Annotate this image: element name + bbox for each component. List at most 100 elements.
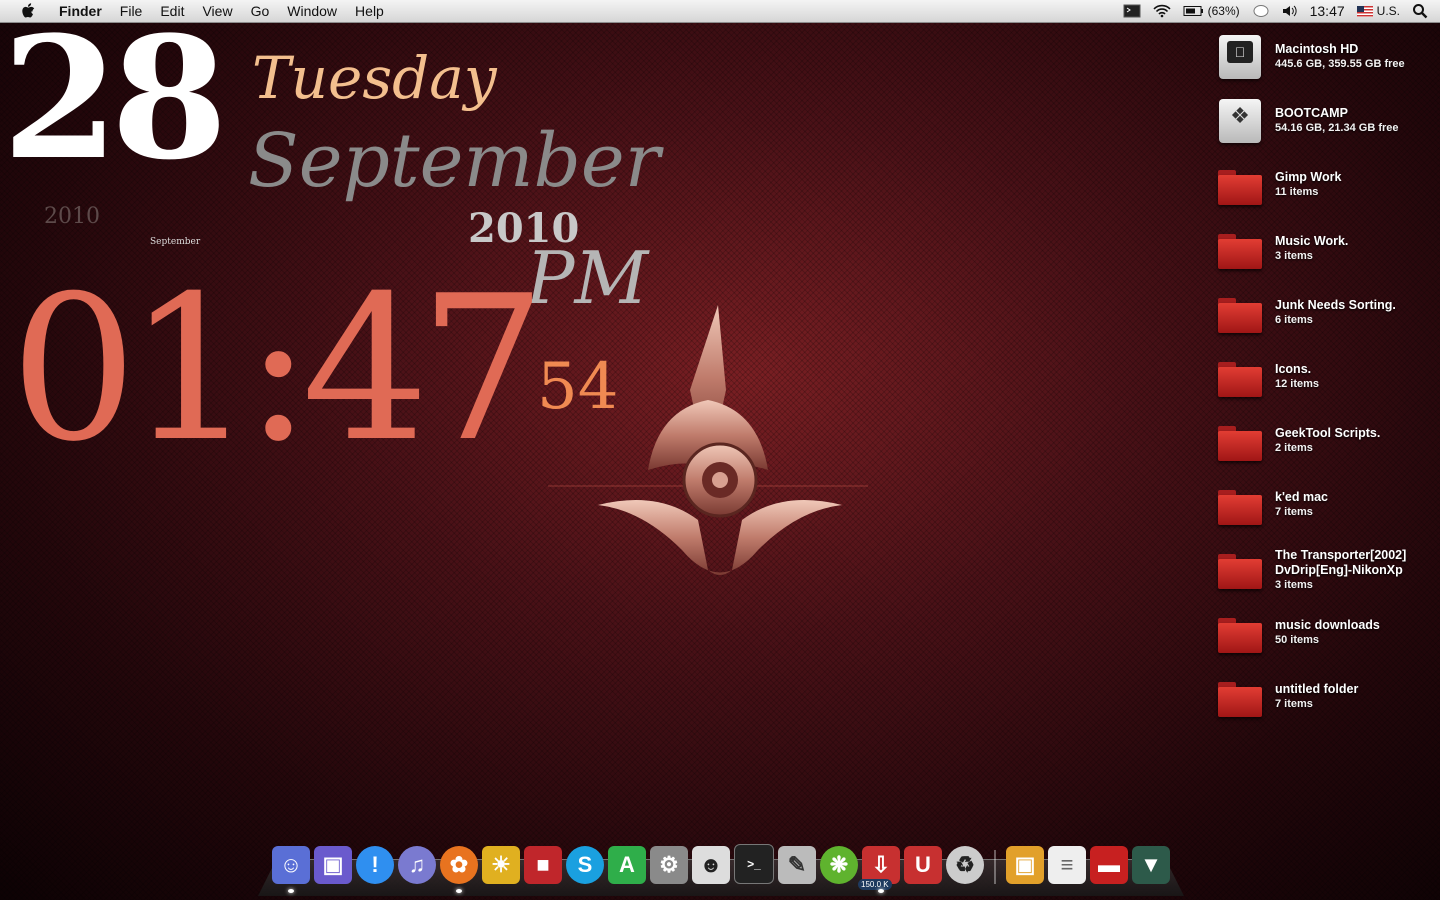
desktop-item-info: 7 items xyxy=(1275,506,1313,518)
running-indicator xyxy=(878,889,884,893)
bootcamp-drive-icon: ❖ xyxy=(1219,99,1261,143)
dock-iphoto[interactable]: ☀ xyxy=(482,846,520,884)
desktop-item-ked-mac[interactable]: k'ed mac 7 items xyxy=(1215,480,1440,540)
desktop-item-info: 54.16 GB, 21.34 GB free xyxy=(1275,122,1399,134)
clock-day-number: 28 xyxy=(2,0,228,197)
input-source[interactable]: U.S. xyxy=(1356,4,1400,18)
dock-growl[interactable]: ! xyxy=(356,846,394,884)
dock-preview[interactable]: ▣ xyxy=(314,846,352,884)
hard-drive-icon:  xyxy=(1219,35,1261,79)
dock-text-file[interactable]: ≡ xyxy=(1048,846,1086,884)
red-folder-icon: ▬ xyxy=(1098,852,1120,877)
app-store-icon: A xyxy=(619,852,635,877)
dock-firefox[interactable]: ✿ xyxy=(440,846,478,893)
desktop-item-name: Icons. xyxy=(1275,362,1312,376)
menu-help[interactable]: Help xyxy=(346,0,393,22)
desktop-item-untitled-folder[interactable]: untitled folder 7 items xyxy=(1215,672,1440,732)
documents-stack-icon: ▣ xyxy=(1014,852,1036,877)
dock-trash[interactable]: ♻ xyxy=(946,846,984,884)
volume-icon[interactable] xyxy=(1282,4,1298,18)
desktop-item-music-work[interactable]: Music Work. 3 items xyxy=(1215,224,1440,284)
desktop-item-name: k'ed mac xyxy=(1275,490,1329,504)
menu-clock[interactable]: 13:47 xyxy=(1310,3,1345,19)
desktop-item-the-transporter[interactable]: The Transporter[2002] DvDrip[Eng]-NikonX… xyxy=(1215,544,1440,604)
growl-icon: ! xyxy=(371,852,379,877)
desktop-item-info: 6 items xyxy=(1275,314,1313,326)
clock-weekday: Tuesday xyxy=(252,44,497,112)
menu-window[interactable]: Window xyxy=(278,0,346,22)
folder-icon xyxy=(1218,426,1262,461)
desktop-item-name: music downloads xyxy=(1275,618,1380,632)
dock-red-folder[interactable]: ▬ xyxy=(1090,846,1128,884)
clock-time: 01:47 xyxy=(10,253,546,486)
terminal-status-icon[interactable] xyxy=(1123,4,1141,18)
running-indicator xyxy=(456,889,462,893)
battery-status[interactable]: (63%) xyxy=(1183,4,1240,18)
desktop-item-info: 3 items xyxy=(1275,579,1313,591)
finder-icon: ☺ xyxy=(279,852,303,877)
textedit-icon: ✎ xyxy=(787,852,807,877)
desktop-item-name: Macintosh HD xyxy=(1275,42,1359,56)
skype-icon: S xyxy=(577,852,593,877)
limewire-icon: ❋ xyxy=(829,852,849,877)
trash-recycle-icon: ♻ xyxy=(955,852,975,877)
folder-icon xyxy=(1218,298,1262,333)
desktop-item-geektool-scripts[interactable]: GeekTool Scripts. 2 items xyxy=(1215,416,1440,476)
dock-magnet[interactable]: U xyxy=(904,846,942,884)
dock-textedit[interactable]: ✎ xyxy=(778,846,816,884)
running-indicator xyxy=(288,889,294,893)
desktop-item-name: Gimp Work xyxy=(1275,170,1342,184)
dock-anonymous[interactable]: ☻ xyxy=(692,846,730,884)
desktop-item-name: Music Work. xyxy=(1275,234,1349,248)
dock-terminal[interactable]: >_ xyxy=(734,844,774,884)
desktop-item-icons[interactable]: Icons. 12 items xyxy=(1215,352,1440,412)
clock-year-small: 2010 xyxy=(44,204,100,229)
dock-app-store[interactable]: A xyxy=(608,846,646,884)
folder-icon xyxy=(1218,618,1262,653)
desktop-item-gimp-work[interactable]: Gimp Work 11 items xyxy=(1215,160,1440,220)
spotlight-search-icon[interactable] xyxy=(1412,3,1428,19)
dock-photo-booth[interactable]: ■ xyxy=(524,846,562,884)
dock-documents-stack[interactable]: ▣ xyxy=(1006,846,1044,884)
dock-skype[interactable]: S xyxy=(566,846,604,884)
desktop-item-info: 445.6 GB, 359.55 GB free xyxy=(1275,58,1405,70)
dock-transmission[interactable]: ⇩ 150.0 K xyxy=(858,846,900,893)
dock-finder[interactable]: ☺ xyxy=(272,846,310,893)
desktop-item-info: 12 items xyxy=(1275,378,1320,390)
magnet-icon: U xyxy=(915,852,931,877)
desktop-item-music-downloads[interactable]: music downloads 50 items xyxy=(1215,608,1440,668)
desktop-item-info: 3 items xyxy=(1275,250,1313,262)
desktop-item-name: Junk Needs Sorting. xyxy=(1275,298,1396,312)
folder-icon xyxy=(1218,682,1262,717)
iphoto-icon: ☀ xyxy=(491,852,511,877)
dock-itunes[interactable]: ♫ xyxy=(398,846,436,884)
system-preferences-icon: ⚙ xyxy=(659,852,679,877)
desktop-item-info: 2 items xyxy=(1275,442,1313,454)
desktop-item-name: GeekTool Scripts. xyxy=(1275,426,1381,440)
input-source-label: U.S. xyxy=(1376,4,1400,18)
text-file-icon: ≡ xyxy=(1060,852,1074,877)
clock-month: September xyxy=(248,118,661,204)
dock: ☺ ▣ ! ♫ ✿ ☀ ■ S A ⚙ ☻ >_ ✎ ❋ ⇩ 150.0 K U … xyxy=(258,838,1184,896)
desktop-item-info: 11 items xyxy=(1275,186,1319,198)
menu-go[interactable]: Go xyxy=(242,0,279,22)
desktop-item-junk-needs-sorting[interactable]: Junk Needs Sorting. 6 items xyxy=(1215,288,1440,348)
wifi-icon[interactable] xyxy=(1153,4,1171,18)
preview-icon: ▣ xyxy=(322,852,344,877)
clock-month-tiny: September xyxy=(150,237,201,247)
desktop-item-info: 7 items xyxy=(1275,698,1313,710)
dock-limewire[interactable]: ❋ xyxy=(820,846,858,884)
anonymous-mask-icon: ☻ xyxy=(699,852,723,877)
desktop-item-macintosh-hd[interactable]:  Macintosh HD 445.6 GB, 359.55 GB free xyxy=(1215,32,1440,92)
dock-separator xyxy=(994,850,996,884)
dock-system-preferences[interactable]: ⚙ xyxy=(650,846,688,884)
folder-icon xyxy=(1218,554,1262,589)
desktop-item-name: untitled folder xyxy=(1275,682,1359,696)
itunes-icon: ♫ xyxy=(408,852,426,877)
speech-bubble-icon[interactable] xyxy=(1252,4,1270,18)
dock-downloads-stack[interactable]: ▼ xyxy=(1132,846,1170,884)
desktop-item-bootcamp[interactable]: ❖ BOOTCAMP 54.16 GB, 21.34 GB free xyxy=(1215,96,1440,156)
firefox-icon: ✿ xyxy=(449,852,469,877)
transmission-icon: ⇩ xyxy=(871,852,891,877)
us-flag-icon xyxy=(1356,5,1373,17)
